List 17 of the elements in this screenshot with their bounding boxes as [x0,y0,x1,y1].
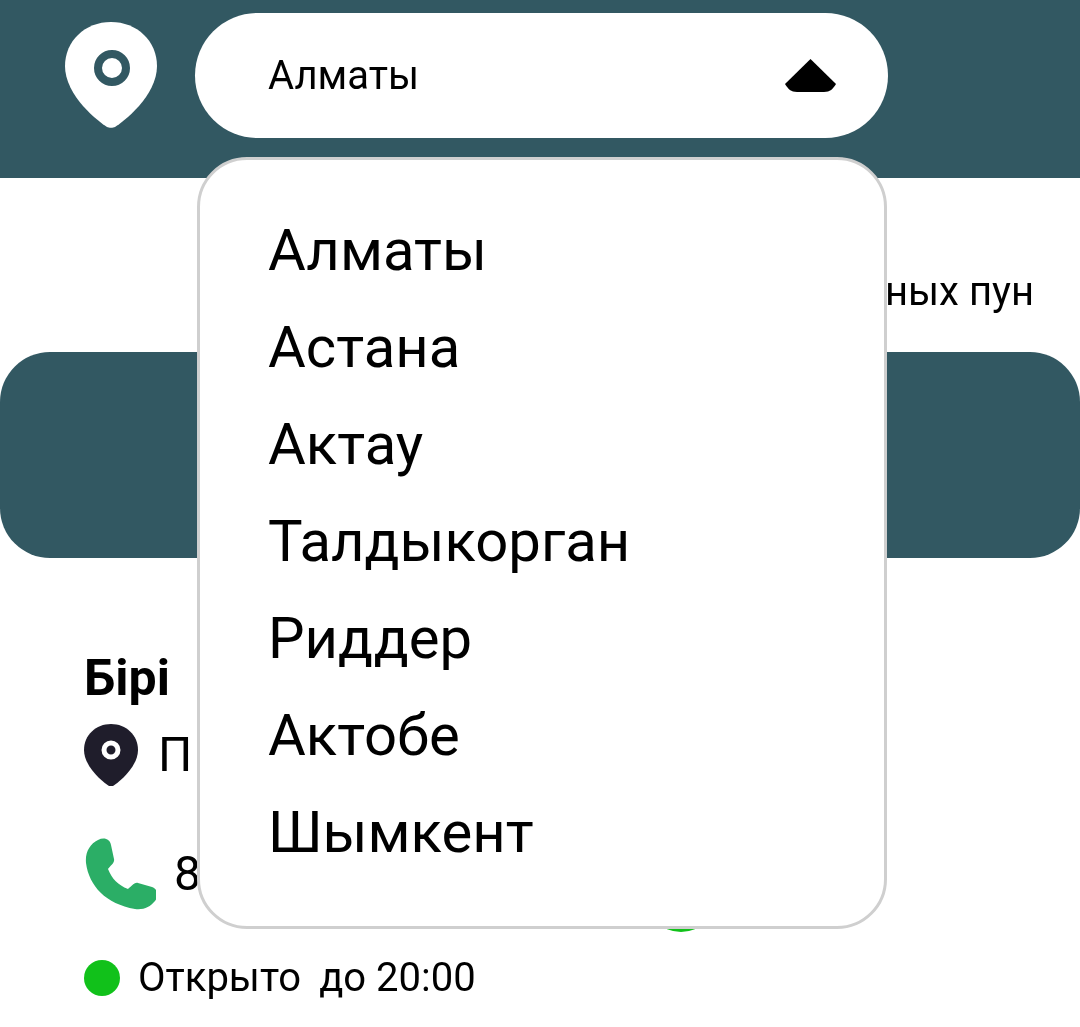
location-pin-icon [84,724,138,786]
city-option[interactable]: Астана [268,299,461,396]
city-option[interactable]: Риддер [268,590,472,687]
city-option[interactable]: Актау [268,396,424,493]
point-name: Бірі [84,648,170,709]
location-pin-icon [65,22,157,128]
phone-icon [84,838,156,910]
city-option[interactable]: Актобе [268,687,460,784]
status-text: Открыто [138,953,302,1003]
city-option[interactable]: Талдыкорган [268,493,631,590]
city-option[interactable]: Шымкент [268,784,534,881]
hours-text: до 20:00 [319,953,476,1003]
phone-text: 8 [174,844,201,904]
city-option[interactable]: Алматы [268,202,487,299]
subtitle-text: ных пун [885,268,1034,315]
city-select[interactable]: Алматы [195,13,888,138]
address-text: П [158,725,193,785]
